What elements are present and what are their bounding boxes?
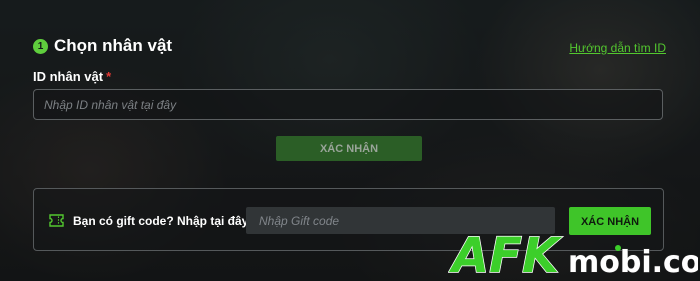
character-select-panel: 1 Chọn nhân vật Hướng dẫn tìm ID ID nhân… xyxy=(0,0,700,281)
section-title: Chọn nhân vật xyxy=(54,36,173,55)
svg-text:mobi.com: mobi.com xyxy=(568,245,698,280)
find-id-guide-link[interactable]: Hướng dẫn tìm ID xyxy=(569,41,666,55)
svg-text:AFK: AFK xyxy=(448,228,563,280)
ticket-icon xyxy=(49,214,64,227)
gift-code-label: Bạn có gift code? Nhập tại đây: xyxy=(73,214,253,228)
afkmobi-watermark-logo: AFK mobi.com xyxy=(448,228,698,280)
character-id-label: ID nhân vật * xyxy=(33,69,111,84)
section-header: 1 Chọn nhân vật xyxy=(33,36,172,56)
required-star: * xyxy=(106,69,112,84)
character-id-input[interactable] xyxy=(33,89,663,120)
step-number-badge: 1 xyxy=(33,38,48,54)
character-id-label-text: ID nhân vật xyxy=(33,69,104,84)
confirm-character-button[interactable]: XÁC NHẬN xyxy=(276,136,422,161)
